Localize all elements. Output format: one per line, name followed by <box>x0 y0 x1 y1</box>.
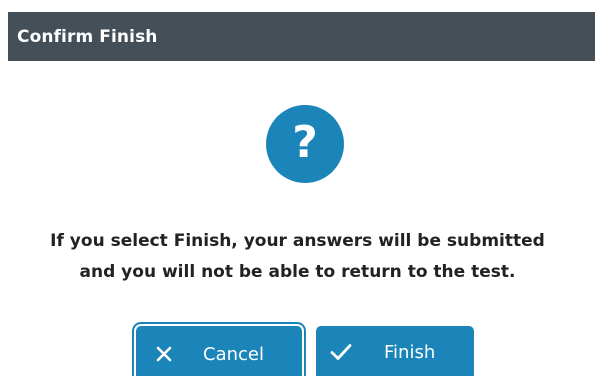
message-line-2: and you will not be able to return to th… <box>79 262 516 282</box>
finish-button[interactable]: Finish <box>316 326 474 376</box>
cancel-button[interactable]: Cancel <box>136 326 302 376</box>
close-icon <box>152 342 176 366</box>
question-mark-glyph: ? <box>292 117 318 168</box>
finish-button-label: Finish <box>384 342 436 363</box>
message-line-1: If you select Finish, your answers will … <box>50 231 545 251</box>
dialog-title: Confirm Finish <box>17 26 158 47</box>
cancel-button-label: Cancel <box>203 344 264 365</box>
dialog-titlebar: Confirm Finish <box>8 12 595 61</box>
question-mark-icon: ? <box>266 105 344 183</box>
confirmation-message: If you select Finish, your answers will … <box>0 226 595 288</box>
confirm-finish-dialog: Confirm Finish ? If you select Finish, y… <box>0 0 595 376</box>
checkmark-icon <box>329 340 353 364</box>
